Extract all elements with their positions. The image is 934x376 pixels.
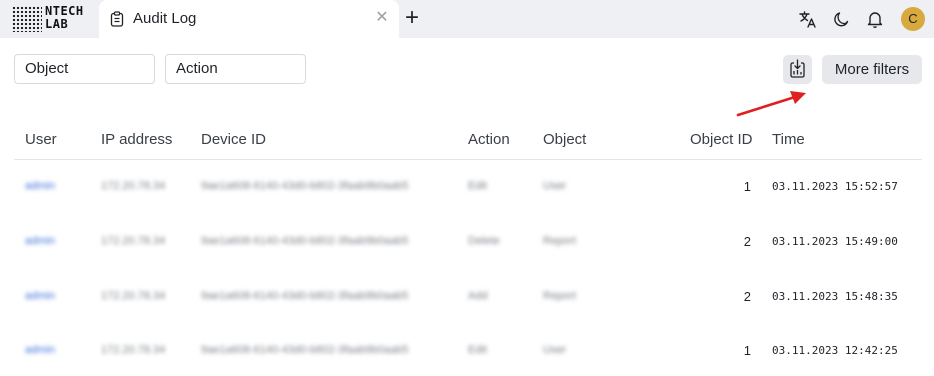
object-cell: User xyxy=(543,180,567,192)
translate-icon[interactable] xyxy=(797,8,819,30)
time-cell: 03.11.2023 15:48:35 xyxy=(772,290,898,303)
column-header-action[interactable]: Action xyxy=(468,131,510,148)
object-id-cell: 1 xyxy=(743,343,751,358)
column-header-object[interactable]: Object xyxy=(543,131,586,148)
column-header-object-id[interactable]: Object ID xyxy=(690,131,753,148)
tab-audit-log[interactable]: Audit Log ✕ xyxy=(99,0,399,38)
ntechlab-logo[interactable]: NTECH LAB xyxy=(12,5,84,33)
more-filters-button[interactable]: More filters xyxy=(822,55,922,84)
tab-label: Audit Log xyxy=(133,10,197,27)
column-header-ip[interactable]: IP address xyxy=(101,131,172,148)
time-cell: 03.11.2023 15:49:00 xyxy=(772,235,898,248)
action-cell: Delete xyxy=(468,235,500,247)
column-header-device-id[interactable]: Device ID xyxy=(201,131,266,148)
ip-cell: 172.20.78.34 xyxy=(101,180,166,192)
time-cell: 03.11.2023 15:52:57 xyxy=(772,180,898,193)
device-id-cell: 9ae1a608-6140-43d0-b802-3faab9b0aab5 xyxy=(201,290,409,302)
export-button[interactable] xyxy=(783,55,812,84)
ip-cell: 172.20.78.34 xyxy=(101,235,166,247)
object-cell: User xyxy=(543,344,567,356)
device-id-cell: 9ae1a608-6140-43d0-b802-3faab9b0aab5 xyxy=(201,235,409,247)
object-cell: Report xyxy=(543,290,577,302)
object-cell: Report xyxy=(543,235,577,247)
object-id-cell: 2 xyxy=(743,234,751,249)
action-cell: Edit xyxy=(468,344,487,356)
export-report-icon xyxy=(790,59,805,78)
device-id-cell: 9ae1a608-6140-43d0-b802-3faab9b0aab5 xyxy=(201,344,409,356)
column-header-user[interactable]: User xyxy=(25,131,57,148)
plus-icon[interactable]: + xyxy=(401,6,423,30)
action-filter-select[interactable]: Action xyxy=(165,54,306,84)
column-header-time[interactable]: Time xyxy=(772,131,805,148)
clipboard-list-icon xyxy=(110,11,124,27)
logo-dot-grid xyxy=(12,6,42,32)
user-link[interactable]: admin xyxy=(25,344,55,356)
object-id-cell: 1 xyxy=(743,179,751,194)
bell-icon[interactable] xyxy=(864,8,886,30)
action-cell: Edit xyxy=(468,180,487,192)
table-header-divider xyxy=(14,159,922,160)
user-link[interactable]: admin xyxy=(25,290,55,302)
moon-icon[interactable] xyxy=(831,8,853,30)
ip-cell: 172.20.78.34 xyxy=(101,344,166,356)
logo-text-line2: LAB xyxy=(45,17,69,31)
tab-bar: NTECH LAB Audit Log ✕ + C xyxy=(0,0,934,38)
time-cell: 03.11.2023 12:42:25 xyxy=(772,344,898,357)
close-icon[interactable]: ✕ xyxy=(374,9,390,27)
device-id-cell: 9ae1a608-6140-43d0-b802-3faab9b0aab5 xyxy=(201,180,409,192)
annotation-arrow xyxy=(736,91,806,117)
user-avatar[interactable]: C xyxy=(901,7,925,31)
action-cell: Add xyxy=(468,290,488,302)
logo-text: NTECH LAB xyxy=(45,5,84,31)
object-filter-select[interactable]: Object xyxy=(14,54,155,84)
ip-cell: 172.20.78.34 xyxy=(101,290,166,302)
user-link[interactable]: admin xyxy=(25,180,55,192)
user-link[interactable]: admin xyxy=(25,235,55,247)
object-id-cell: 2 xyxy=(743,289,751,304)
